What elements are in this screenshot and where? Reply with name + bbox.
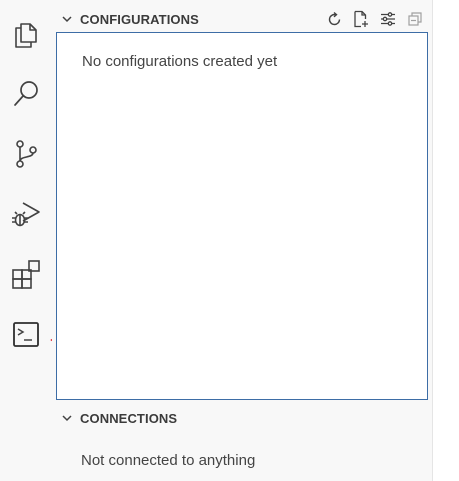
source-control-button[interactable] <box>0 130 52 178</box>
extensions-button[interactable] <box>0 250 52 298</box>
sidebar: CONFIGURATIONS No configurations created… <box>52 0 433 481</box>
connections-header[interactable]: CONNECTIONS <box>52 407 432 429</box>
chevron-down-icon <box>60 12 74 26</box>
search-button[interactable] <box>0 70 52 118</box>
configurations-panel[interactable]: No configurations created yet <box>56 32 428 400</box>
extensions-icon <box>10 258 42 290</box>
terminal-icon <box>11 319 41 349</box>
configurations-title: CONFIGURATIONS <box>80 11 199 27</box>
new-file-icon[interactable] <box>352 10 370 28</box>
run-debug-button[interactable] <box>0 190 52 238</box>
settings-sliders-icon[interactable] <box>379 10 397 28</box>
run-debug-icon <box>10 199 42 229</box>
chevron-down-icon <box>60 411 74 425</box>
configurations-empty-message: No configurations created yet <box>82 53 278 70</box>
terminal-button[interactable] <box>0 310 52 358</box>
configurations-header[interactable]: CONFIGURATIONS <box>52 8 432 30</box>
collapse-all-icon[interactable] <box>406 10 424 28</box>
configurations-actions <box>325 8 424 30</box>
search-icon <box>11 79 41 109</box>
source-control-icon <box>12 139 40 169</box>
connections-empty-message: Not connected to anything <box>81 452 256 469</box>
refresh-icon[interactable] <box>325 10 343 28</box>
explorer-button[interactable] <box>0 11 52 59</box>
activity-bar <box>0 0 52 481</box>
files-icon <box>12 21 40 49</box>
connections-title: CONNECTIONS <box>80 410 178 426</box>
